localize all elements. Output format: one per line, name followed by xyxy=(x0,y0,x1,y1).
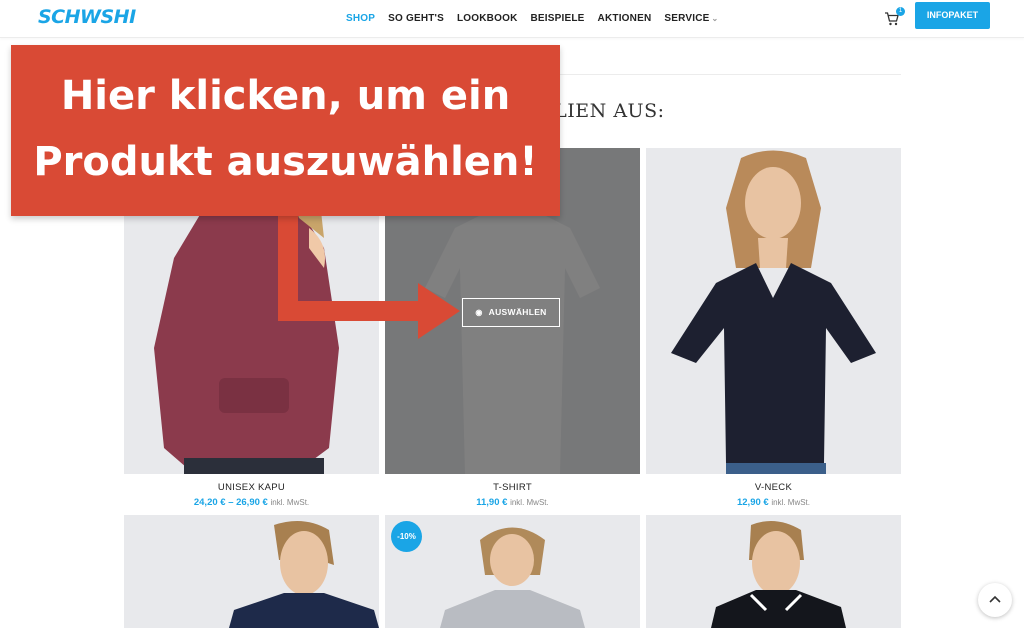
instruction-callout: Hier klicken, um ein Produkt auszuwählen… xyxy=(11,45,560,216)
callout-line-1: Hier klicken, um ein xyxy=(60,73,511,119)
callout-line-2: Produkt auszuwählen! xyxy=(33,139,538,185)
